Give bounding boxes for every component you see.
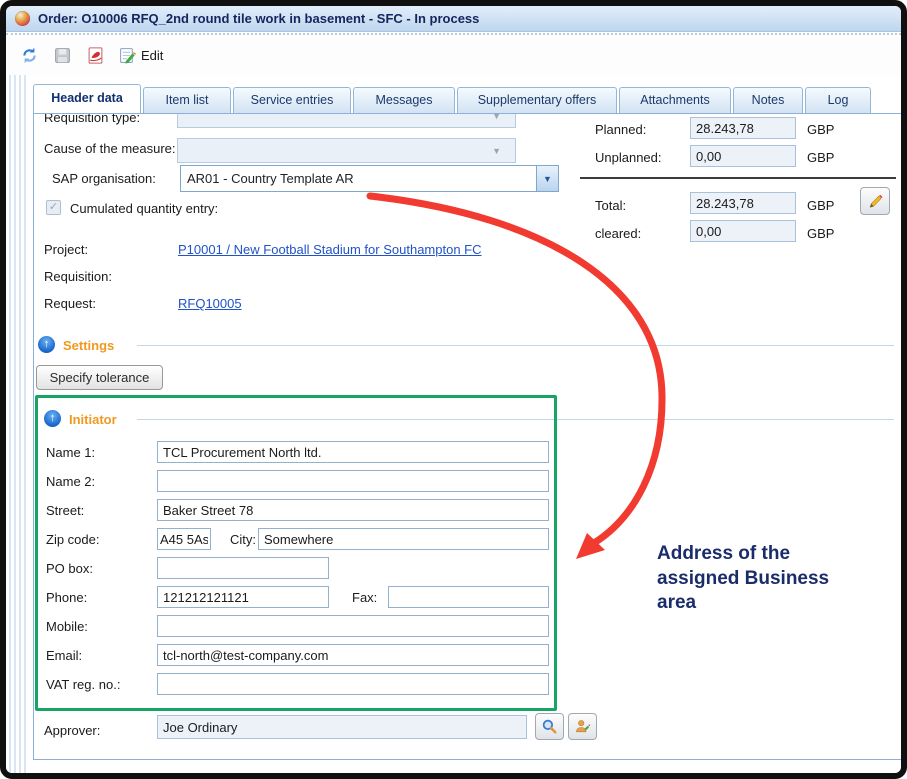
- refresh-icon: [21, 47, 38, 64]
- approver-user-button[interactable]: [568, 713, 597, 740]
- request-link[interactable]: RFQ10005: [178, 296, 242, 311]
- window-title: Order: O10006 RFQ_2nd round tile work in…: [38, 11, 479, 26]
- approver-search-button[interactable]: [535, 713, 564, 740]
- cumulated-quantity-checkbox: ✓: [46, 200, 61, 215]
- request-label: Request:: [44, 296, 96, 311]
- amounts-divider: [580, 177, 896, 179]
- save-icon: [54, 47, 71, 64]
- planned-field: [690, 117, 796, 139]
- sap-organisation-select[interactable]: AR01 - Country Template AR ▼: [180, 165, 559, 192]
- settings-section-title: Settings: [63, 338, 114, 353]
- user-edit-icon: [574, 718, 591, 735]
- window-left-edge: [6, 75, 27, 773]
- approver-label: Approver:: [44, 723, 100, 738]
- cleared-currency: GBP: [807, 226, 834, 241]
- refresh-button[interactable]: [20, 46, 38, 64]
- cleared-field: [690, 220, 796, 242]
- tab-messages[interactable]: Messages: [353, 87, 455, 113]
- content-panel: Requisition type: ▼ Cause of the measure…: [33, 113, 902, 760]
- pdf-export-button[interactable]: [86, 46, 104, 64]
- tab-notes[interactable]: Notes: [733, 87, 803, 113]
- tab-supplementary-offers[interactable]: Supplementary offers: [457, 87, 617, 113]
- chevron-down-icon[interactable]: ▼: [536, 166, 558, 191]
- total-field: [690, 192, 796, 214]
- requisition-type-label: Requisition type:: [44, 113, 140, 125]
- project-label: Project:: [44, 242, 88, 257]
- title-bar: Order: O10006 RFQ_2nd round tile work in…: [6, 6, 901, 32]
- cumulated-quantity-label: Cumulated quantity entry:: [70, 201, 218, 216]
- cause-of-measure-select: ▼: [177, 138, 516, 163]
- tab-log[interactable]: Log: [805, 87, 871, 113]
- save-button: [53, 46, 71, 64]
- settings-section-line: [137, 345, 894, 346]
- toolbar: Edit: [6, 33, 901, 75]
- search-icon: [541, 718, 558, 735]
- total-label: Total:: [595, 198, 626, 213]
- cleared-label: cleared:: [595, 226, 641, 241]
- approver-field: [157, 715, 527, 739]
- chevron-down-icon: ▼: [492, 146, 501, 156]
- total-currency: GBP: [807, 198, 834, 213]
- annotation-green-box: [35, 395, 557, 711]
- tab-strip: Header data Item list Service entries Me…: [33, 84, 873, 113]
- requisition-label: Requisition:: [44, 269, 112, 284]
- tab-service-entries[interactable]: Service entries: [233, 87, 351, 113]
- tab-item-list[interactable]: Item list: [143, 87, 231, 113]
- chevron-down-icon: ▼: [492, 113, 501, 121]
- edit-button[interactable]: Edit: [119, 47, 163, 64]
- requisition-type-select: ▼: [177, 113, 516, 128]
- planned-currency: GBP: [807, 122, 834, 137]
- unplanned-currency: GBP: [807, 150, 834, 165]
- edit-total-button[interactable]: [860, 187, 890, 215]
- unplanned-label: Unplanned:: [595, 150, 662, 165]
- sap-organisation-label: SAP organisation:: [52, 171, 156, 186]
- cause-of-measure-label: Cause of the measure:: [44, 141, 176, 156]
- planned-label: Planned:: [595, 122, 646, 137]
- tab-attachments[interactable]: Attachments: [619, 87, 731, 113]
- sap-organisation-value: AR01 - Country Template AR: [181, 166, 536, 191]
- application-window: Order: O10006 RFQ_2nd round tile work in…: [0, 0, 907, 779]
- tab-header-data[interactable]: Header data: [33, 84, 141, 113]
- pdf-export-icon: [87, 47, 104, 64]
- unplanned-field: [690, 145, 796, 167]
- annotation-text: Address of the assigned Business area: [657, 542, 847, 616]
- edit-icon: [119, 47, 136, 64]
- edit-button-label: Edit: [141, 48, 163, 63]
- specify-tolerance-button[interactable]: Specify tolerance: [36, 365, 163, 390]
- app-logo-icon: [15, 11, 30, 26]
- project-link[interactable]: P10001 / New Football Stadium for Southa…: [178, 242, 482, 257]
- pencil-icon: [867, 193, 884, 210]
- collapse-settings-icon[interactable]: ↑: [38, 336, 55, 353]
